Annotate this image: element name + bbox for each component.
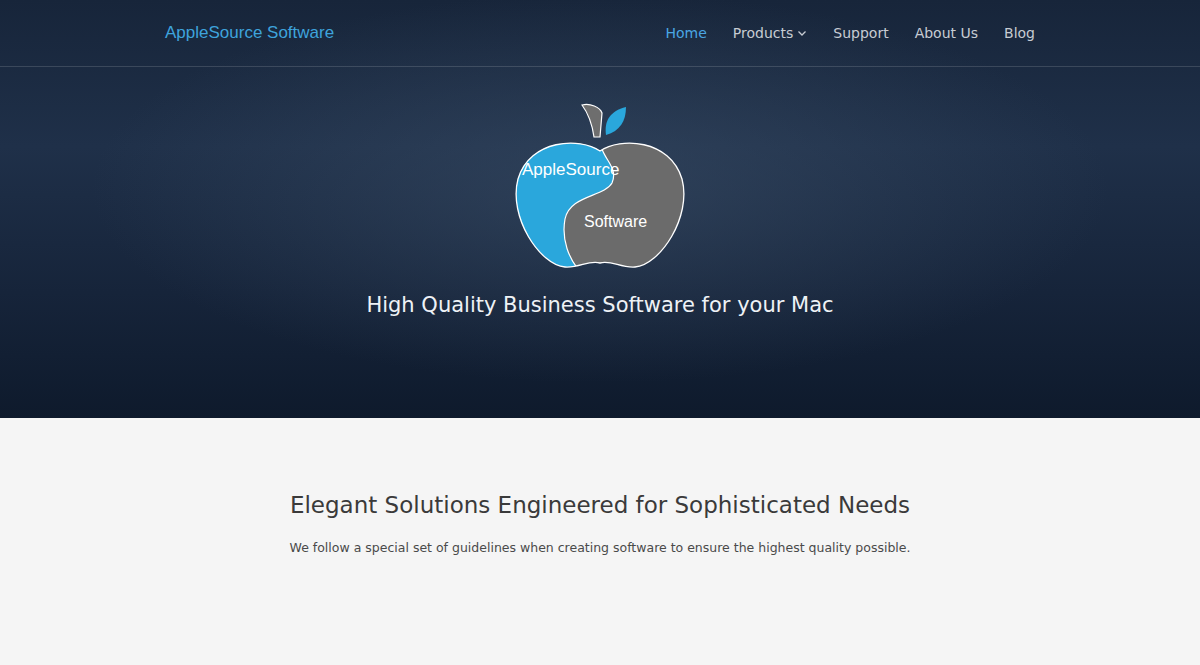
nav-item[interactable]: About Us [915,25,978,41]
intro-heading: Elegant Solutions Engineered for Sophist… [290,492,910,518]
nav-label[interactable]: Home [666,25,707,41]
brand-link[interactable]: AppleSource Software [165,23,334,43]
nav-container: AppleSource Software Home Products Support A… [165,0,1035,66]
nav-item[interactable]: Products [733,25,807,41]
nav-item[interactable]: Blog [1004,25,1035,41]
hero-tagline: High Quality Business Software for your … [366,293,833,317]
nav-label[interactable]: Support [833,25,888,41]
chevron-down-icon[interactable] [797,28,807,38]
nav-label[interactable]: About Us [915,25,978,41]
nav-label[interactable]: Products [733,25,793,41]
nav-item[interactable]: Support [833,25,888,41]
intro-text: We follow a special set of guidelines wh… [290,540,911,555]
hero-content: AppleSource Software High Quality Business… [0,67,1200,418]
nav-label[interactable]: Blog [1004,25,1035,41]
hero-banner: AppleSource Software Home Products Support A… [0,0,1200,418]
apple-logo-icon: AppleSource Software [510,99,690,273]
intro-section: Elegant Solutions Engineered for Sophist… [0,418,1200,555]
nav-item[interactable]: Home [666,25,707,41]
logo-text: AppleSource [522,160,619,179]
logo-text: Software [584,213,647,230]
top-navigation: AppleSource Software Home Products Support A… [0,0,1200,67]
nav-menu: Home Products Support About Us Blog [666,25,1035,41]
